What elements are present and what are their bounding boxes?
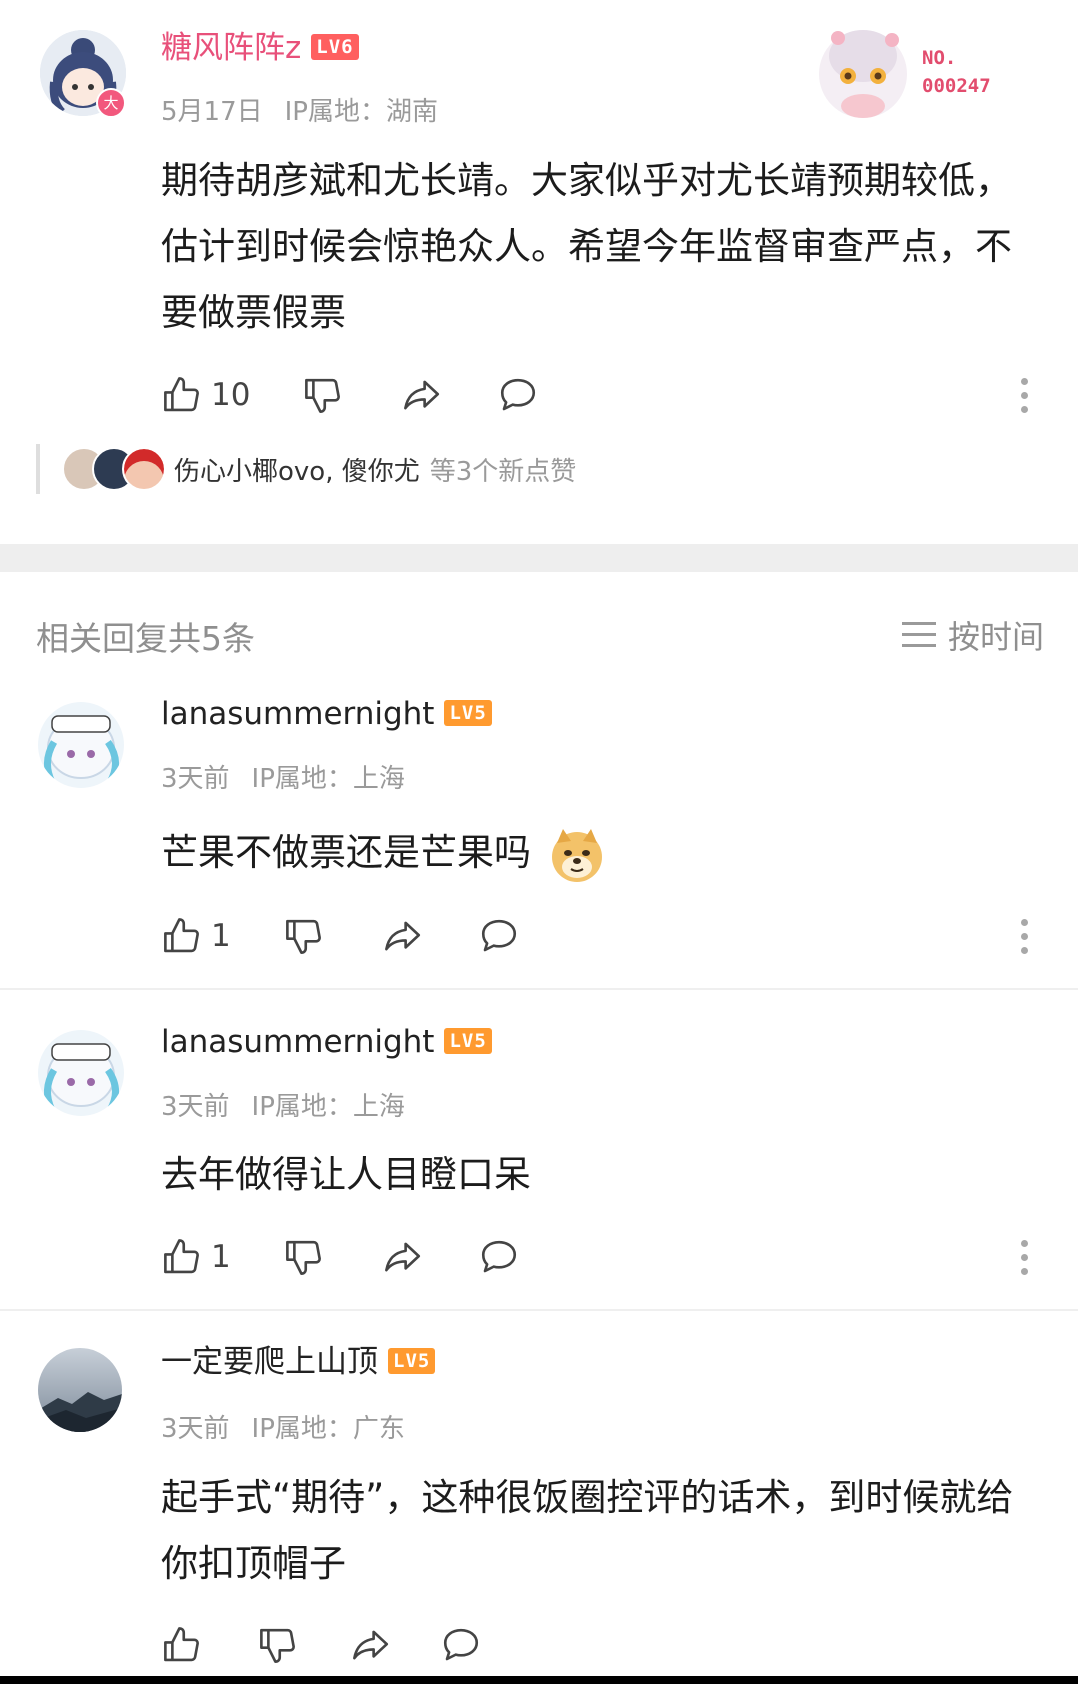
- comment-ip: IP属地：广东: [251, 1414, 405, 1444]
- level-badge: LV5: [444, 1027, 492, 1054]
- dislike-button[interactable]: [283, 1236, 325, 1278]
- reply-button[interactable]: [439, 1624, 483, 1666]
- share-button[interactable]: [349, 1624, 393, 1666]
- user-avatar[interactable]: [38, 1348, 122, 1432]
- avatar-anime-white-hair-icon: [38, 1030, 124, 1116]
- fan-badge-character-icon: [819, 30, 907, 118]
- more-options-icon[interactable]: [1017, 919, 1031, 961]
- comment-date: 3天前: [161, 1092, 230, 1122]
- fan-badge-label: NO.: [922, 47, 957, 69]
- thumbs-down-icon: [260, 1628, 295, 1663]
- more-options-icon[interactable]: [1017, 1240, 1031, 1282]
- reply-actions: [161, 1620, 483, 1670]
- top-comment-meta: 5月17日 IP属地：湖南: [161, 91, 438, 128]
- vip-badge-icon: 大: [96, 88, 126, 118]
- top-comment-username[interactable]: 糖风阵阵z LV6: [161, 33, 359, 64]
- comment-ip: IP属地：上海: [251, 1092, 405, 1122]
- comment-thread-page: 大 糖风阵阵z LV6 5月17日 IP属地：湖南 NO. 000247 期待胡彦斌…: [0, 0, 1078, 1684]
- like-button[interactable]: 1: [161, 1236, 231, 1278]
- reply-text: 起手式“期待”，这种很饭圈控评的话术，到时候就给你扣顶帽子: [161, 1476, 1014, 1585]
- share-arrow-icon: [384, 921, 420, 951]
- comment-bubble-icon: [481, 919, 516, 952]
- replies-count-title: 相关回复共5条: [36, 619, 255, 658]
- like-button[interactable]: [161, 1624, 211, 1666]
- top-comment-actions: 10: [161, 370, 540, 420]
- thumbs-down-icon: [285, 1240, 321, 1275]
- comment-bubble-icon: [481, 1240, 516, 1273]
- top-comment-text: 期待胡彦斌和尤长靖。大家似乎对尤长靖预期较低，估计到时候会惊艳众人。希望今年监督…: [161, 159, 1012, 334]
- thumbs-down-icon: [285, 919, 321, 954]
- user-avatar[interactable]: [38, 1030, 124, 1116]
- section-gap: [0, 544, 1078, 572]
- reply-username[interactable]: 一定要爬上山顶 LV5: [161, 1347, 436, 1378]
- liker-names[interactable]: 伤心小椰ovo, 傻你尤: [174, 451, 420, 488]
- level-badge: LV5: [388, 1347, 436, 1374]
- reply-meta: 3天前 IP属地：上海: [161, 1086, 405, 1123]
- dislike-button[interactable]: [257, 1624, 299, 1666]
- reply-username[interactable]: lanasummernight LV5: [161, 1027, 492, 1058]
- reply-actions: 1: [161, 1232, 521, 1282]
- doge-emoji-icon: [551, 828, 602, 882]
- comment-date: 5月17日: [161, 97, 263, 127]
- like-button[interactable]: 1: [161, 915, 231, 957]
- comment-bubble-icon: [443, 1628, 479, 1661]
- reply-username[interactable]: lanasummernight LV5: [161, 699, 492, 730]
- level-badge: LV5: [444, 699, 492, 726]
- reply-button[interactable]: [477, 1236, 521, 1278]
- liker-avatar: [122, 447, 166, 491]
- like-button[interactable]: 10: [161, 374, 250, 416]
- share-button[interactable]: [381, 1236, 425, 1278]
- reply-divider: [0, 1309, 1078, 1311]
- sort-lines-icon: [901, 622, 936, 648]
- user-avatar[interactable]: [38, 702, 124, 788]
- reply-button[interactable]: [477, 915, 521, 957]
- thumbs-up-icon: [164, 377, 199, 412]
- reply-meta: 3天前 IP属地：广东: [161, 1408, 405, 1445]
- avatar-anime-white-hair-icon: [38, 702, 124, 788]
- comment-date: 3天前: [161, 764, 230, 794]
- level-badge: LV6: [311, 33, 359, 60]
- reply-text: 芒果不做票还是芒果吗: [161, 820, 605, 886]
- reply-actions: 1: [161, 911, 521, 961]
- share-arrow-icon: [384, 1242, 420, 1272]
- sort-by-time-button[interactable]: 按时间: [901, 612, 1044, 658]
- screen-bottom-edge: [0, 1676, 1078, 1684]
- comment-bubble-icon: [501, 378, 536, 411]
- thumbs-up-icon: [164, 1627, 199, 1662]
- reply-meta: 3天前 IP属地：上海: [161, 758, 405, 795]
- thumbs-up-icon: [164, 918, 199, 953]
- share-button[interactable]: [381, 915, 425, 957]
- avatar-mountain-photo-icon: [38, 1348, 122, 1432]
- reply-text: 去年做得让人目瞪口呆: [161, 1153, 531, 1196]
- share-arrow-icon: [353, 1630, 389, 1660]
- reply-divider: [0, 988, 1078, 990]
- share-button[interactable]: [400, 374, 444, 416]
- dislike-button[interactable]: [302, 374, 344, 416]
- reply-button[interactable]: [496, 374, 540, 416]
- thumbs-up-icon: [164, 1239, 199, 1274]
- comment-ip: IP属地：湖南: [284, 97, 438, 127]
- more-options-icon[interactable]: [1017, 378, 1031, 420]
- share-arrow-icon: [404, 380, 440, 410]
- recent-likers[interactable]: 伤心小椰ovo, 傻你尤 等3个新点赞: [36, 444, 576, 494]
- comment-date: 3天前: [161, 1414, 230, 1444]
- liker-more-count: 等3个新点赞: [429, 456, 577, 487]
- like-count: 1: [211, 918, 231, 954]
- comment-ip: IP属地：上海: [251, 764, 405, 794]
- dislike-button[interactable]: [283, 915, 325, 957]
- sort-label: 按时间: [947, 618, 1044, 656]
- thumbs-down-icon: [305, 378, 341, 413]
- like-count: 10: [211, 377, 251, 413]
- fan-badge[interactable]: NO. 000247: [808, 16, 1008, 122]
- like-count: 1: [211, 1239, 231, 1275]
- fan-badge-number: 000247: [922, 75, 991, 97]
